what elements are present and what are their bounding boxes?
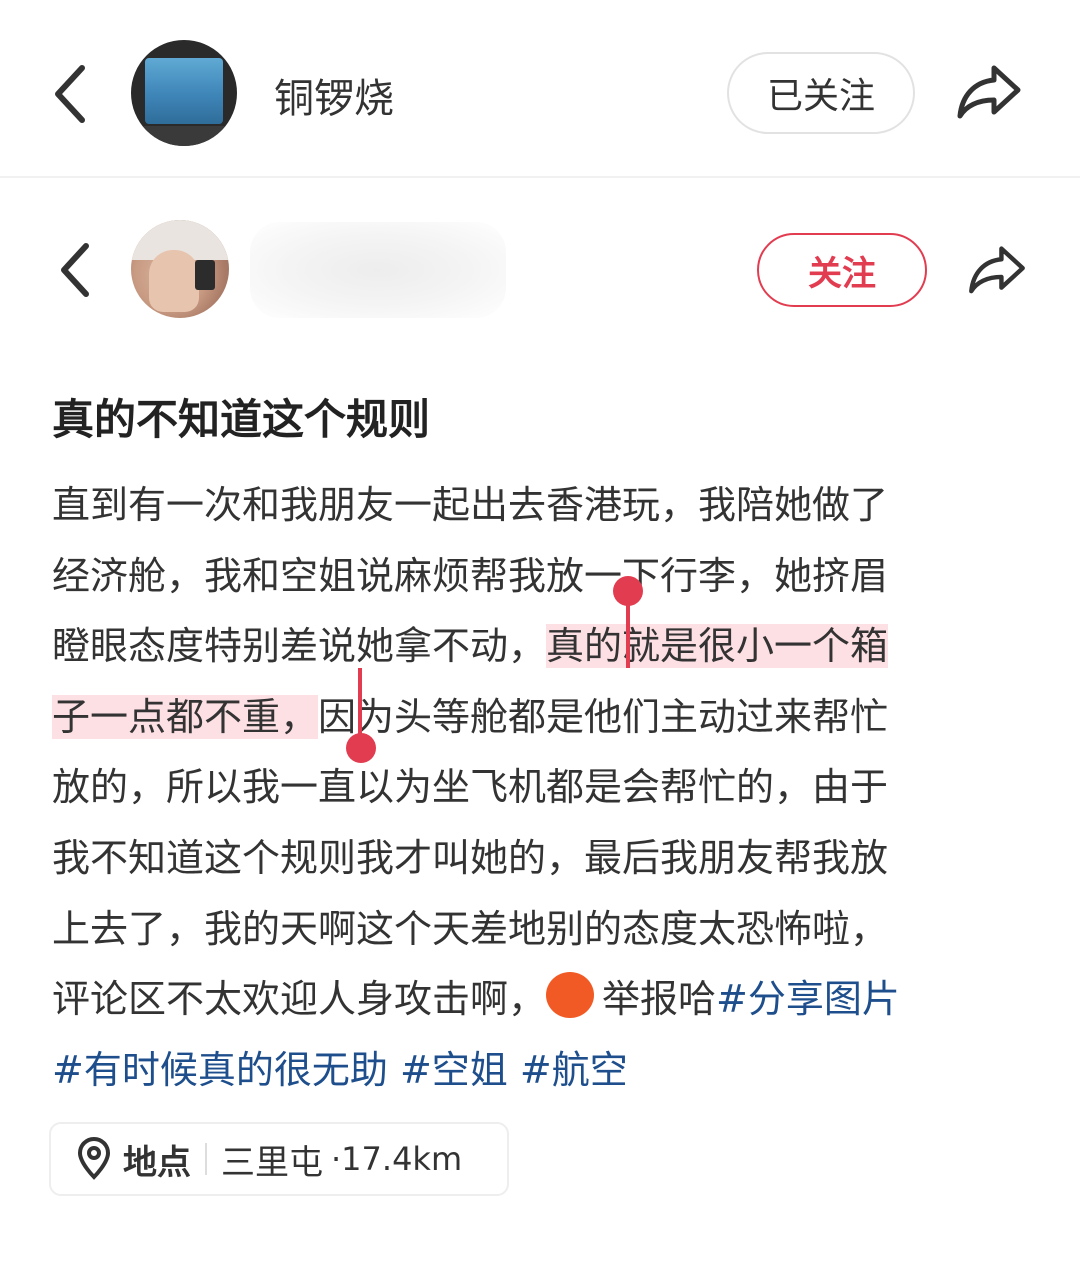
selection-end-handle[interactable]	[346, 733, 376, 763]
body-line: 子一点都不重，因为头等舱都是他们主动过来帮忙	[52, 682, 1032, 753]
selection-start-caret	[626, 590, 630, 668]
outer-header: 铜锣烧 已关注	[0, 0, 1080, 176]
body-text: 评论区不太欢迎人身攻击啊，	[52, 977, 547, 1022]
body-line: #有时候真的很无助 #空姐 #航空	[52, 1035, 1032, 1106]
inner-back-arrow-icon[interactable]	[56, 240, 96, 300]
hashtag-link[interactable]: #分享图片	[716, 977, 900, 1021]
location-label: 地点	[123, 1142, 191, 1183]
body-line: 上去了，我的天啊这个天差地别的态度太恐怖啦，	[52, 906, 889, 951]
author-avatar[interactable]	[131, 40, 237, 146]
following-button[interactable]: 已关注	[727, 52, 915, 134]
hashtag-link[interactable]: #空姐	[400, 1048, 508, 1092]
author-name[interactable]: 铜锣烧	[274, 66, 394, 124]
location-pin-icon	[77, 1137, 111, 1180]
poster-name-blurred	[250, 222, 506, 318]
body-line: 评论区不太欢迎人身攻击啊， &$!#% 举报哈#分享图片	[52, 964, 1032, 1037]
angry-face-icon: &$!#%	[546, 972, 595, 1037]
section-divider	[0, 176, 1080, 178]
location-separator	[205, 1143, 207, 1175]
body-text: 因为头等舱都是他们主动过来帮忙	[318, 694, 889, 739]
inner-share-icon[interactable]	[966, 242, 1028, 296]
location-distance: ·17.4km	[331, 1140, 463, 1178]
selected-text[interactable]: 子一点都不重，	[52, 694, 319, 739]
location-chip[interactable]: 地点 三里屯 ·17.4km	[49, 1122, 509, 1196]
body-line: 经济舱，我和空姐说麻烦帮我放一下行李，她挤眉	[52, 553, 889, 598]
body-text: 举报哈	[602, 977, 717, 1022]
body-line: 我不知道这个规则我才叫她的，最后我朋友帮我放	[52, 835, 889, 880]
post-body: 直到有一次和我朋友一起出去香港玩，我陪她做了 经济舱，我和空姐说麻烦帮我放一下行…	[52, 470, 1032, 1105]
location-place: 三里屯	[221, 1142, 323, 1183]
selected-text[interactable]: 真的就是很小一个箱	[546, 624, 889, 669]
avatar-image	[145, 58, 223, 124]
share-icon[interactable]	[954, 62, 1024, 120]
body-line: 瞪眼态度特别差说她拿不动，真的就是很小一个箱	[52, 611, 1032, 682]
poster-avatar[interactable]	[131, 220, 229, 318]
body-line: 直到有一次和我朋友一起出去香港玩，我陪她做了	[52, 483, 889, 527]
body-text: 瞪眼态度特别差说她拿不动，	[52, 624, 547, 669]
follow-button[interactable]: 关注	[757, 233, 927, 307]
body-line: 放的，所以我一直以为坐飞机都是会帮忙的，由于	[52, 765, 889, 810]
back-arrow-icon[interactable]	[50, 64, 90, 124]
hashtag-link[interactable]: #有时候真的很无助	[52, 1048, 388, 1092]
post-title: 真的不知道这个规则	[52, 395, 431, 444]
